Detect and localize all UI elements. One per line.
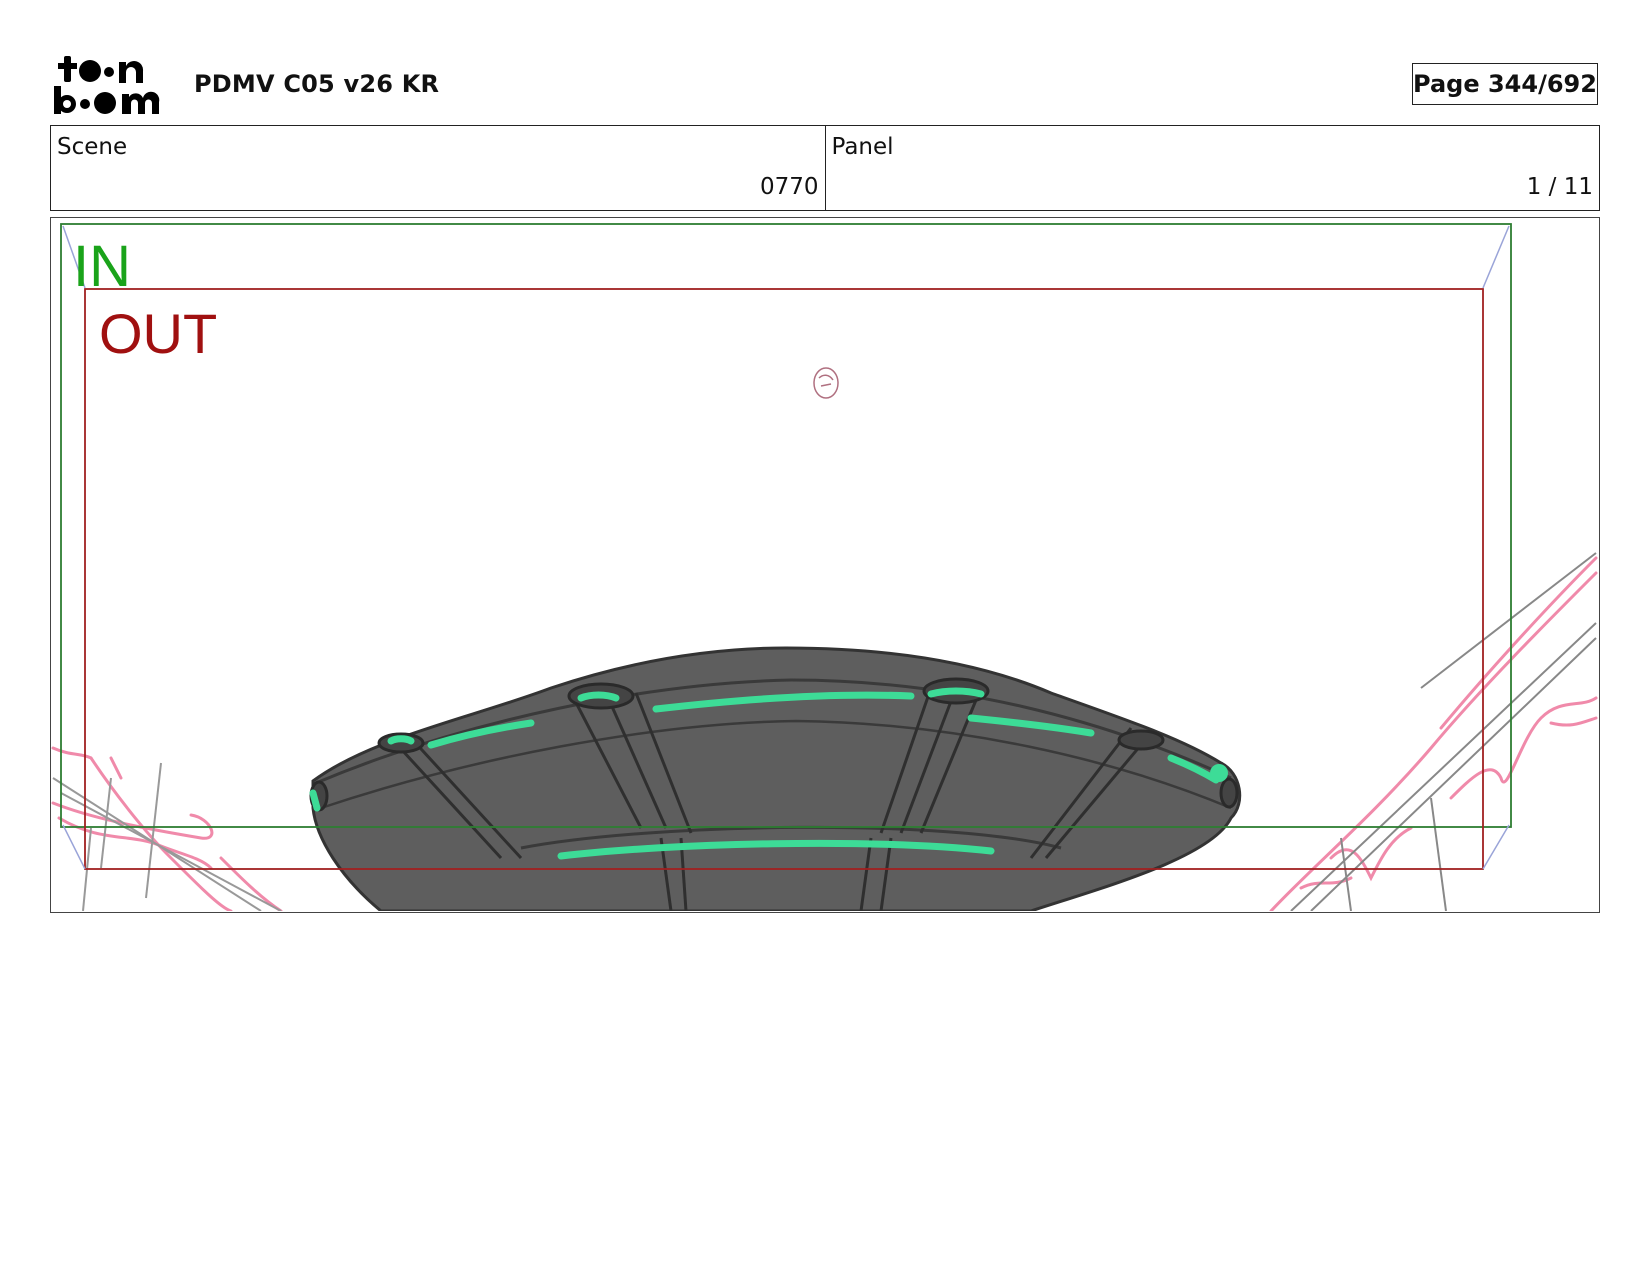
small-figure-sketch <box>813 367 839 399</box>
spaceship-drawing <box>309 646 1242 911</box>
document-title: PDMV C05 v26 KR <box>194 70 440 98</box>
left-sketch-lines <box>51 746 283 911</box>
scene-label: Scene <box>57 134 128 160</box>
panel-label: Panel <box>831 134 894 160</box>
right-sketch-lines <box>1269 556 1598 911</box>
in-frame-label: IN <box>73 234 131 299</box>
scene-cell: Scene 0770 <box>51 126 825 210</box>
out-frame-label: OUT <box>99 302 218 365</box>
scene-panel-info: Scene 0770 Panel 1 / 11 <box>50 125 1600 211</box>
storyboard-panel: IN OUT <box>50 217 1600 913</box>
panel-number: 1 / 11 <box>1526 174 1593 200</box>
page-counter: Page 344/692 <box>1412 63 1598 105</box>
panel-drawing <box>51 223 1598 911</box>
left-construction-lines <box>52 762 282 911</box>
scene-number: 0770 <box>759 174 819 200</box>
panel-cell: Panel 1 / 11 <box>824 126 1600 210</box>
toon-boom-logo <box>54 56 160 114</box>
